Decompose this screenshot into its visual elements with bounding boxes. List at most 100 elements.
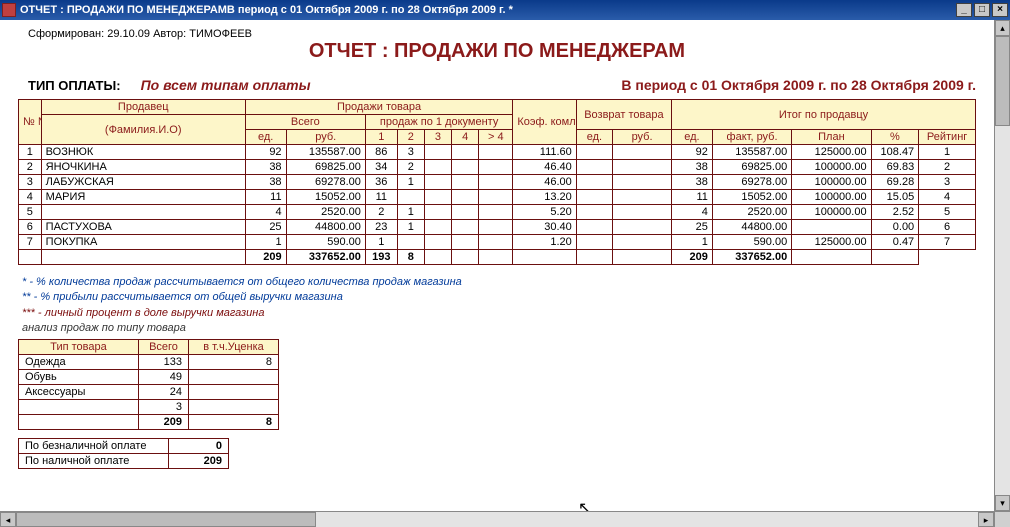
- row-name: ВОЗНЮК: [41, 145, 245, 160]
- row-name: ШУШКАРЕЕВА: [41, 205, 245, 220]
- row-ipct: 0.47: [871, 235, 919, 250]
- row-n: 4: [19, 190, 42, 205]
- pay-row-cashless: По безналичной оплате 0: [19, 438, 229, 453]
- row-red: [576, 175, 612, 190]
- col-total: Всего: [245, 115, 365, 130]
- row-k: 111.60: [513, 145, 576, 160]
- row-ifact: 2520.00: [712, 205, 791, 220]
- row-ifact: 44800.00: [712, 220, 791, 235]
- row-ied: 38: [672, 160, 713, 175]
- app-icon: [2, 3, 16, 17]
- row-rrub: [613, 160, 672, 175]
- row-d1: 34: [365, 160, 397, 175]
- h-thumb[interactable]: [16, 512, 316, 527]
- col-ed: ед.: [245, 130, 286, 145]
- row-rub: 15052.00: [286, 190, 365, 205]
- col-red: ед.: [576, 130, 612, 145]
- row-name: ПОКУПКА: [41, 235, 245, 250]
- row-name: ЛАБУЖСКАЯ: [41, 175, 245, 190]
- note-1: * - % количества продаж рассчитывается о…: [22, 275, 976, 290]
- v-track[interactable]: [995, 36, 1010, 495]
- row-n: 6: [19, 220, 42, 235]
- row-rub: 69278.00: [286, 175, 365, 190]
- scroll-left-button[interactable]: ◂: [0, 512, 16, 527]
- row-red: [576, 160, 612, 175]
- row-rub: 2520.00: [286, 205, 365, 220]
- row-d3: [424, 220, 451, 235]
- row-iplan: 125000.00: [792, 235, 871, 250]
- row-n: 7: [19, 235, 42, 250]
- table-row[interactable]: 3ЛАБУЖСКАЯ3869278.0036146.003869278.0010…: [19, 175, 976, 190]
- tot-ifact: 337652.00: [712, 250, 791, 265]
- horizontal-scrollbar[interactable]: ◂ ▸: [0, 511, 994, 527]
- col-ifact: факт, руб.: [712, 130, 791, 145]
- row-d2: 3: [397, 145, 424, 160]
- col-complex: Коэф. комлекс-ности: [513, 100, 576, 145]
- row-d5: [479, 205, 513, 220]
- table-row[interactable]: 6ПАСТУХОВА2544800.0023130.402544800.000.…: [19, 220, 976, 235]
- type-total-row: 209 8: [19, 414, 279, 429]
- row-ipct: 69.83: [871, 160, 919, 175]
- maximize-button[interactable]: □: [974, 3, 990, 17]
- type-name: Аксессуары: [19, 384, 139, 399]
- row-ipct: 108.47: [871, 145, 919, 160]
- row-n: 2: [19, 160, 42, 175]
- v-thumb[interactable]: [995, 36, 1010, 126]
- tot-rub: 337652.00: [286, 250, 365, 265]
- row-ed: 11: [245, 190, 286, 205]
- table-row[interactable]: 4МАРИЯ1115052.001113.201115052.00100000.…: [19, 190, 976, 205]
- scroll-up-button[interactable]: ▴: [995, 20, 1010, 36]
- row-ifact: 590.00: [712, 235, 791, 250]
- row-k: 5.20: [513, 205, 576, 220]
- row-ed: 1: [245, 235, 286, 250]
- row-k: 1.20: [513, 235, 576, 250]
- row-rrub: [613, 145, 672, 160]
- report-meta: Сформирован: 29.10.09 Автор: ТИМОФЕЕВ: [28, 28, 976, 40]
- table-row[interactable]: 7ПОКУПКА1590.0011.201590.00125000.000.47…: [19, 235, 976, 250]
- type-heading: анализ продаж по типу товара: [22, 321, 976, 336]
- row-ied: 92: [672, 145, 713, 160]
- col-d3: 3: [424, 130, 451, 145]
- col-d1: 1: [365, 130, 397, 145]
- row-rank: 5: [919, 205, 976, 220]
- row-rrub: [613, 220, 672, 235]
- row-rrub: [613, 175, 672, 190]
- type-h2: Всего: [139, 339, 189, 354]
- row-d4: [452, 145, 479, 160]
- row-name: ПАСТУХОВА: [41, 220, 245, 235]
- row-d3: [424, 160, 451, 175]
- table-row[interactable]: 1ВОЗНЮК92135587.00863111.6092135587.0012…: [19, 145, 976, 160]
- type-b: [189, 369, 279, 384]
- row-d3: [424, 190, 451, 205]
- scroll-right-button[interactable]: ▸: [978, 512, 994, 527]
- row-ifact: 135587.00: [712, 145, 791, 160]
- table-row[interactable]: 2ЯНОЧКИНА3869825.0034246.403869825.00100…: [19, 160, 976, 175]
- tot-d1: 193: [365, 250, 397, 265]
- vertical-scrollbar[interactable]: ▴ ▾: [994, 20, 1010, 511]
- scroll-down-button[interactable]: ▾: [995, 495, 1010, 511]
- h-track[interactable]: [16, 512, 978, 527]
- type-a: 133: [139, 354, 189, 369]
- row-rank: 7: [919, 235, 976, 250]
- row-iplan: 100000.00: [792, 175, 871, 190]
- col-seller-sub: (Фамилия.И.О): [41, 115, 245, 145]
- type-b: 8: [189, 354, 279, 369]
- close-button[interactable]: ×: [992, 3, 1008, 17]
- table-row[interactable]: 5ШУШКАРЕЕВА42520.00215.2042520.00100000.…: [19, 205, 976, 220]
- row-d2: [397, 190, 424, 205]
- type-name: Одежда: [19, 354, 139, 369]
- row-red: [576, 235, 612, 250]
- row-d4: [452, 190, 479, 205]
- row-d5: [479, 190, 513, 205]
- period-value: В период с 01 Октября 2009 г. по 28 Октя…: [621, 77, 976, 93]
- col-seller: Продавец: [41, 100, 245, 115]
- pay-cashless-val: 0: [169, 438, 229, 453]
- col-rrub: руб.: [613, 130, 672, 145]
- col-d2: 2: [397, 130, 424, 145]
- mouse-cursor-icon: ↖: [578, 498, 591, 511]
- tot-d2: 8: [397, 250, 424, 265]
- col-return: Возврат товара: [576, 100, 671, 130]
- row-iplan: [792, 220, 871, 235]
- minimize-button[interactable]: _: [956, 3, 972, 17]
- pay-cash-val: 209: [169, 453, 229, 468]
